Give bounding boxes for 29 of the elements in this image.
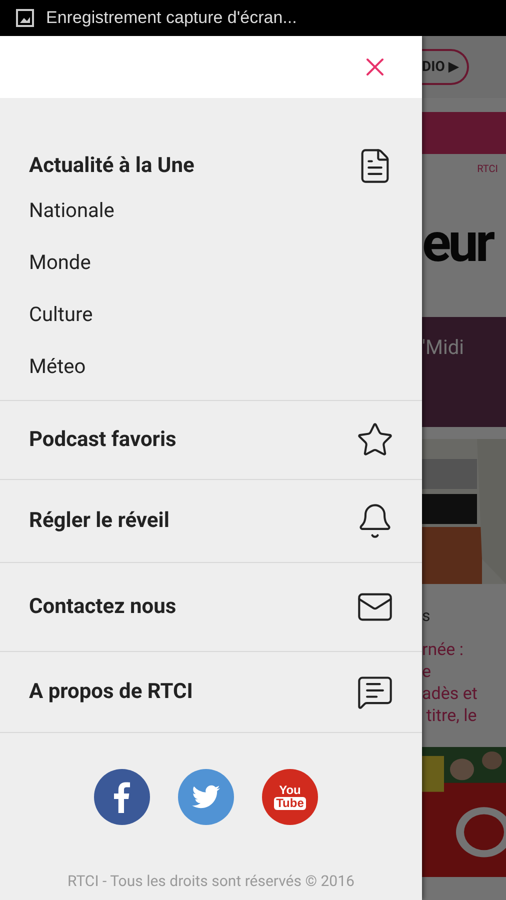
notification-text: Enregistrement capture d'écran...	[46, 8, 297, 28]
play-radio-link[interactable]: DIO ▶	[422, 49, 470, 85]
headline-text: eur	[422, 217, 492, 271]
article-text: adès et	[422, 683, 478, 705]
caption-text: s	[422, 605, 432, 625]
image-icon	[16, 9, 34, 27]
youtube-button[interactable]: You Tube	[262, 769, 318, 825]
menu-item[interactable]: A propos de RTCI	[0, 652, 422, 732]
menu-item[interactable]: Podcast favoris	[0, 401, 422, 479]
menu-item-label: Régler le réveil	[29, 509, 170, 533]
menu-item[interactable]: Actualité à la Une	[0, 148, 422, 184]
submenu-item[interactable]: Culture	[0, 288, 422, 340]
facebook-icon	[114, 781, 130, 813]
menu-item-label: A propos de RTCI	[29, 680, 193, 704]
bird-icon	[192, 785, 220, 809]
menu-item[interactable]: Contactez nous	[0, 563, 422, 651]
submenu-item[interactable]: Nationale	[0, 184, 422, 236]
banner-text: 'Midi	[422, 335, 464, 359]
menu-item[interactable]: Régler le réveil	[0, 480, 422, 562]
menu-item-label: Contactez nous	[29, 595, 176, 619]
logo-text: RTCI	[477, 163, 499, 175]
article-text: e	[422, 661, 432, 683]
copyright-text: RTCI - Tous les droits sont réservés © 2016	[66, 872, 356, 892]
article-text: rnée :	[422, 639, 465, 661]
submenu-item[interactable]: Méteo	[0, 340, 422, 392]
menu-item-label: Actualité à la Une	[29, 154, 194, 178]
article-text: titre, le	[425, 705, 478, 727]
menu-item-label: Podcast favoris	[29, 428, 176, 452]
submenu-item[interactable]: Monde	[0, 236, 422, 288]
